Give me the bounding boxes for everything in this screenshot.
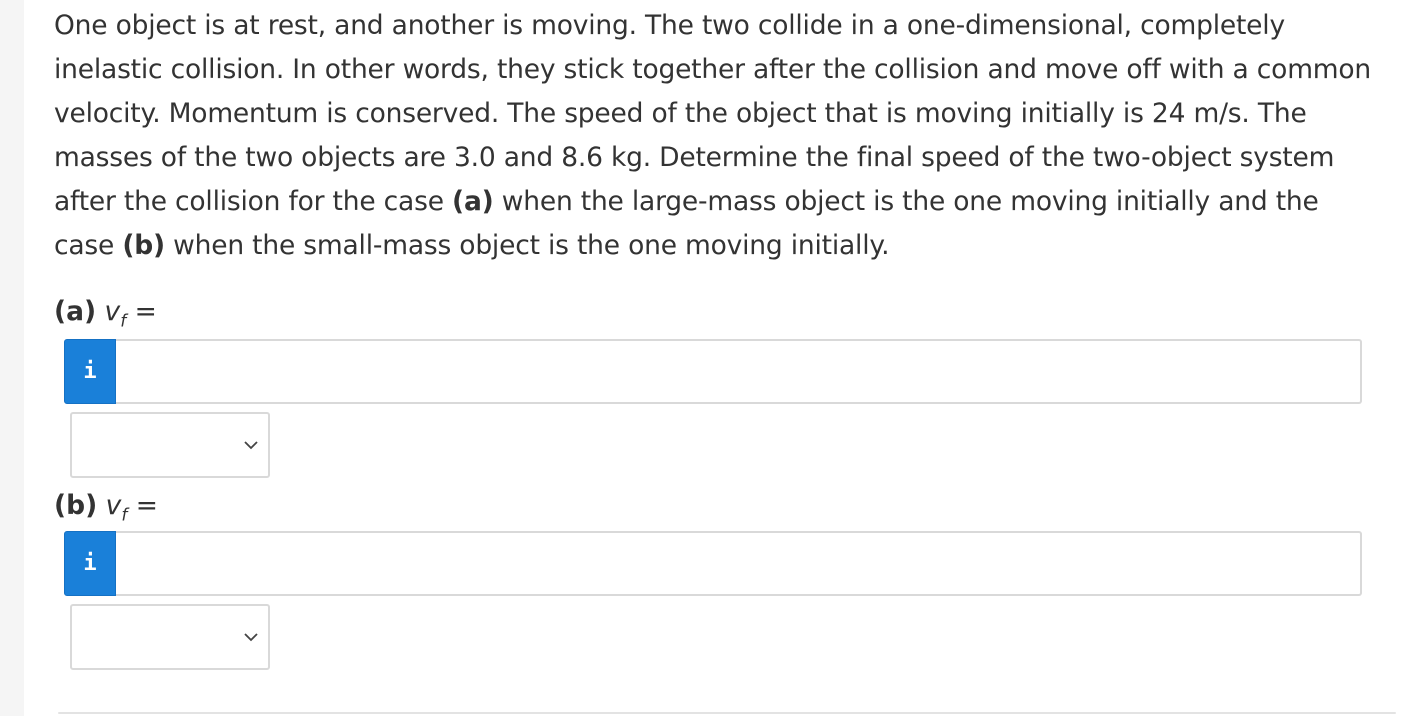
part-a-variable: v <box>104 296 121 327</box>
question-text: One object is at rest, and another is mo… <box>54 4 1374 268</box>
section-divider <box>58 712 1396 714</box>
chevron-down-icon <box>244 441 258 450</box>
question-text-part-3: when the small-mass object is the one mo… <box>164 230 890 261</box>
info-icon: i <box>83 359 97 384</box>
part-a-answer-row: i <box>64 339 1362 404</box>
part-b-label: (b) vf = <box>54 490 158 531</box>
part-b-letter: (b) <box>54 490 98 521</box>
part-b-answer-input[interactable] <box>116 531 1362 596</box>
part-b-answer-row: i <box>64 531 1362 596</box>
left-gutter <box>0 0 24 716</box>
part-b-info-button[interactable]: i <box>64 531 116 596</box>
part-a-equals: = <box>126 296 157 327</box>
part-b-equals: = <box>127 490 158 521</box>
question-part-a-marker: (a) <box>452 186 494 217</box>
question-part-b-marker: (b) <box>122 230 165 261</box>
part-a-label: (a) vf = <box>54 296 157 337</box>
question-body: One object is at rest, and another is mo… <box>54 4 1374 268</box>
chevron-down-icon <box>244 633 258 642</box>
part-a-answer-input[interactable] <box>116 339 1362 404</box>
info-icon: i <box>83 551 97 576</box>
part-b-variable: v <box>105 490 122 521</box>
part-a-letter: (a) <box>54 296 97 327</box>
part-a-info-button[interactable]: i <box>64 339 116 404</box>
part-b-unit-select[interactable] <box>70 604 270 670</box>
part-a-unit-select[interactable] <box>70 412 270 478</box>
